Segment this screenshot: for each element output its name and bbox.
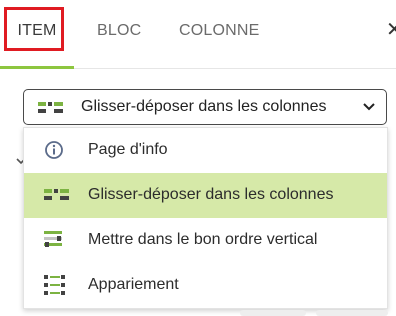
highlight-annotation <box>4 7 64 51</box>
background-element <box>316 310 388 316</box>
matching-icon <box>44 274 66 301</box>
item-type-dropdown: Page d'info Glisser-déposer dans les col… <box>23 127 388 309</box>
tab-bloc-label: BLOC <box>97 22 142 39</box>
close-icon[interactable]: ✕ <box>386 20 396 40</box>
select-value: Glisser-déposer dans les colonnes <box>81 98 327 115</box>
tab-bar: ITEM BLOC COLONNE ✕ <box>0 0 396 69</box>
tab-bloc[interactable]: BLOC <box>97 0 141 68</box>
tab-colonne-label: COLONNE <box>179 22 260 39</box>
chevron-down-icon <box>362 100 376 119</box>
info-icon <box>44 140 64 165</box>
drag-drop-columns-icon <box>38 101 64 119</box>
option-vertical-order[interactable]: Mettre dans le bon ordre vertical <box>24 218 387 263</box>
item-type-select[interactable]: Glisser-déposer dans les colonnes <box>23 89 387 125</box>
option-drag-drop-columns[interactable]: Glisser-déposer dans les colonnes <box>24 173 387 218</box>
option-page-info[interactable]: Page d'info <box>24 128 387 173</box>
option-label: Glisser-déposer dans les colonnes <box>88 186 334 203</box>
active-tab-indicator <box>0 66 74 69</box>
drag-drop-columns-icon <box>44 188 70 206</box>
tab-colonne[interactable]: COLONNE <box>179 0 260 68</box>
vertical-order-icon <box>44 230 66 255</box>
option-label: Appariement <box>88 276 179 293</box>
option-label: Page d'info <box>88 141 168 158</box>
background-element <box>240 310 306 316</box>
option-matching[interactable]: Appariement <box>24 263 387 308</box>
option-label: Mettre dans le bon ordre vertical <box>88 231 318 248</box>
